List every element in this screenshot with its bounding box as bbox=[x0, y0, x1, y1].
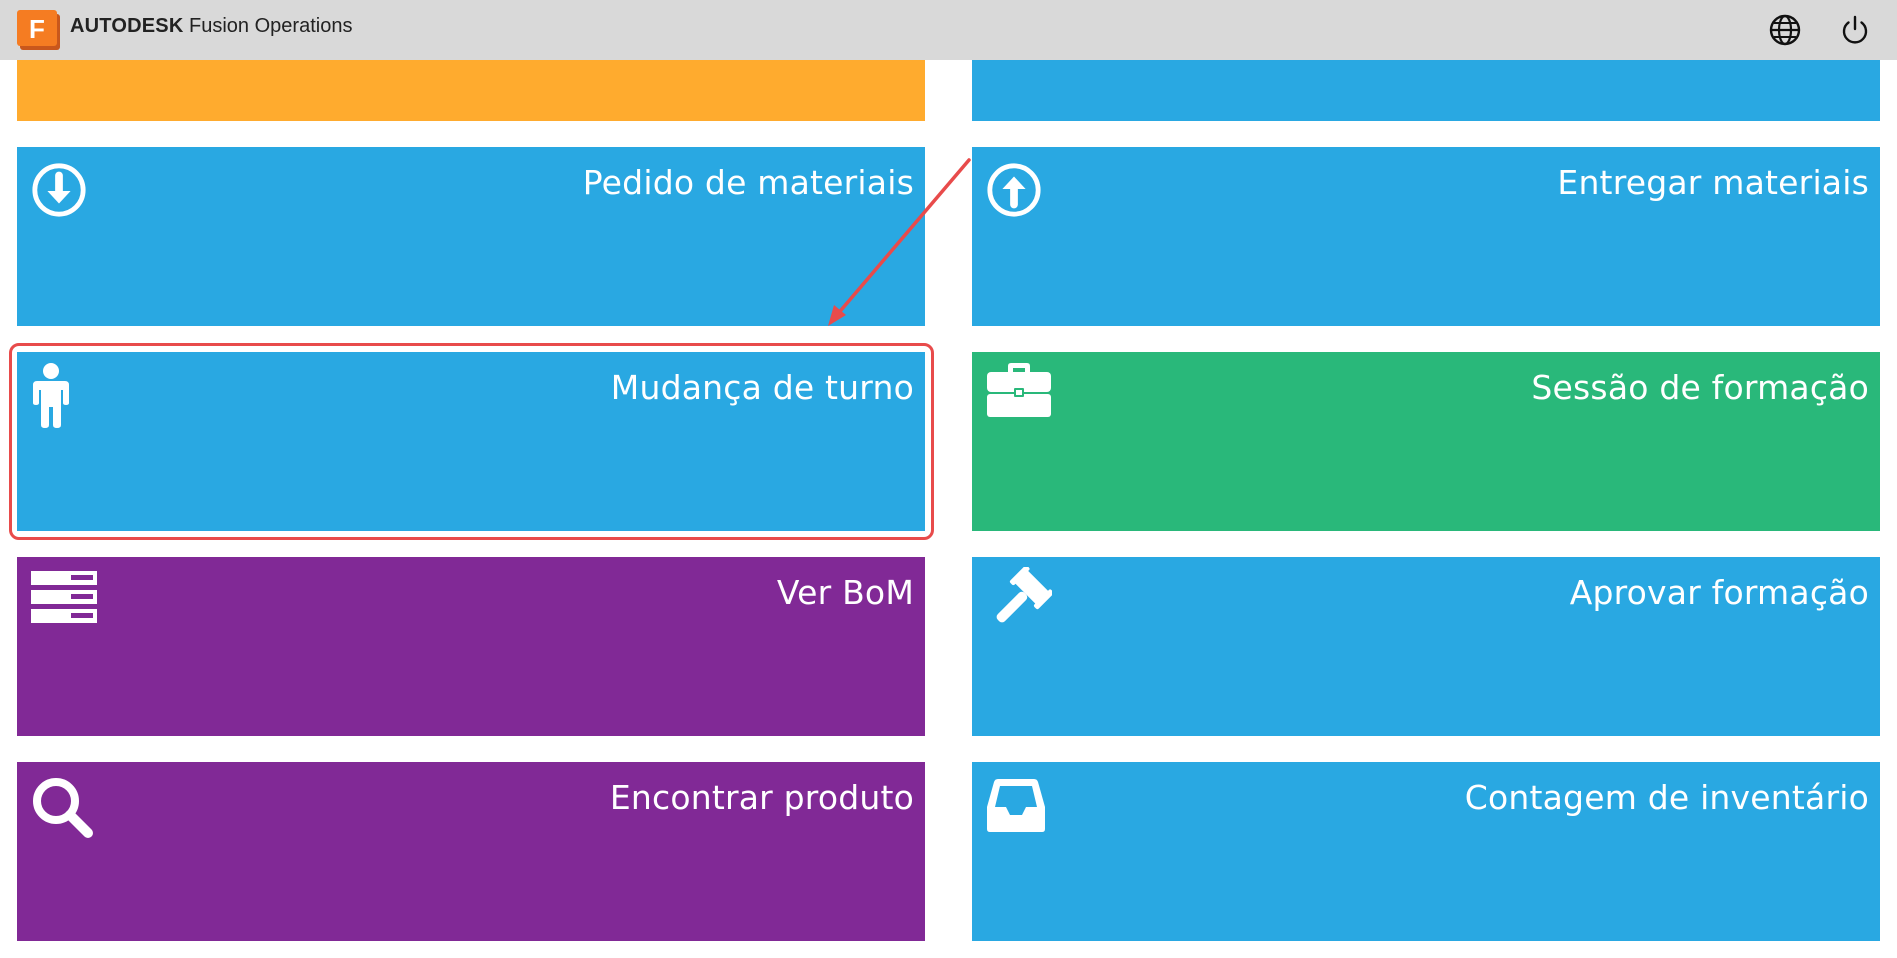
tile-label: Entregar materiais bbox=[1557, 163, 1869, 202]
power-icon[interactable] bbox=[1837, 12, 1873, 48]
person-icon bbox=[33, 363, 69, 428]
globe-icon[interactable] bbox=[1767, 12, 1803, 48]
svg-text:F: F bbox=[29, 14, 45, 44]
brand-product: Fusion Operations bbox=[183, 15, 353, 37]
tile-label: Sessão de formação bbox=[1531, 368, 1869, 407]
tile-pedido-de-materiais[interactable]: Pedido de materiais bbox=[17, 147, 925, 326]
tile-top-left[interactable] bbox=[17, 60, 925, 121]
tile-label: Ver BoM bbox=[776, 573, 914, 612]
tile-aprovar-formacao[interactable]: Aprovar formação bbox=[972, 557, 1880, 736]
gavel-icon bbox=[996, 567, 1052, 623]
arrow-up-circle-icon bbox=[987, 163, 1041, 217]
tile-sessao-de-formacao[interactable]: Sessão de formação bbox=[972, 352, 1880, 531]
search-icon bbox=[33, 778, 93, 838]
tile-entregar-materiais[interactable]: Entregar materiais bbox=[972, 147, 1880, 326]
tile-label: Encontrar produto bbox=[609, 778, 914, 817]
tile-label: Mudança de turno bbox=[610, 368, 914, 407]
tile-ver-bom[interactable]: Ver BoM bbox=[17, 557, 925, 736]
tile-label: Contagem de inventário bbox=[1464, 778, 1869, 817]
briefcase-icon bbox=[987, 363, 1051, 417]
server-icon bbox=[31, 571, 97, 623]
tile-label: Aprovar formação bbox=[1569, 573, 1869, 612]
tile-encontrar-produto[interactable]: Encontrar produto bbox=[17, 762, 925, 941]
inbox-icon bbox=[987, 779, 1045, 832]
arrow-down-circle-icon bbox=[32, 163, 86, 217]
tile-mudanca-de-turno[interactable]: Mudança de turno bbox=[17, 352, 925, 531]
tile-contagem-de-inventario[interactable]: Contagem de inventário bbox=[972, 762, 1880, 941]
tile-top-right[interactable] bbox=[972, 60, 1880, 121]
top-bar: F AUTODESK Fusion Operations bbox=[0, 0, 1897, 60]
app-title: AUTODESK Fusion Operations bbox=[70, 14, 352, 38]
tile-label: Pedido de materiais bbox=[582, 163, 914, 202]
fusion-logo-icon: F bbox=[17, 10, 60, 50]
brand-autodesk: AUTODESK bbox=[70, 15, 184, 37]
